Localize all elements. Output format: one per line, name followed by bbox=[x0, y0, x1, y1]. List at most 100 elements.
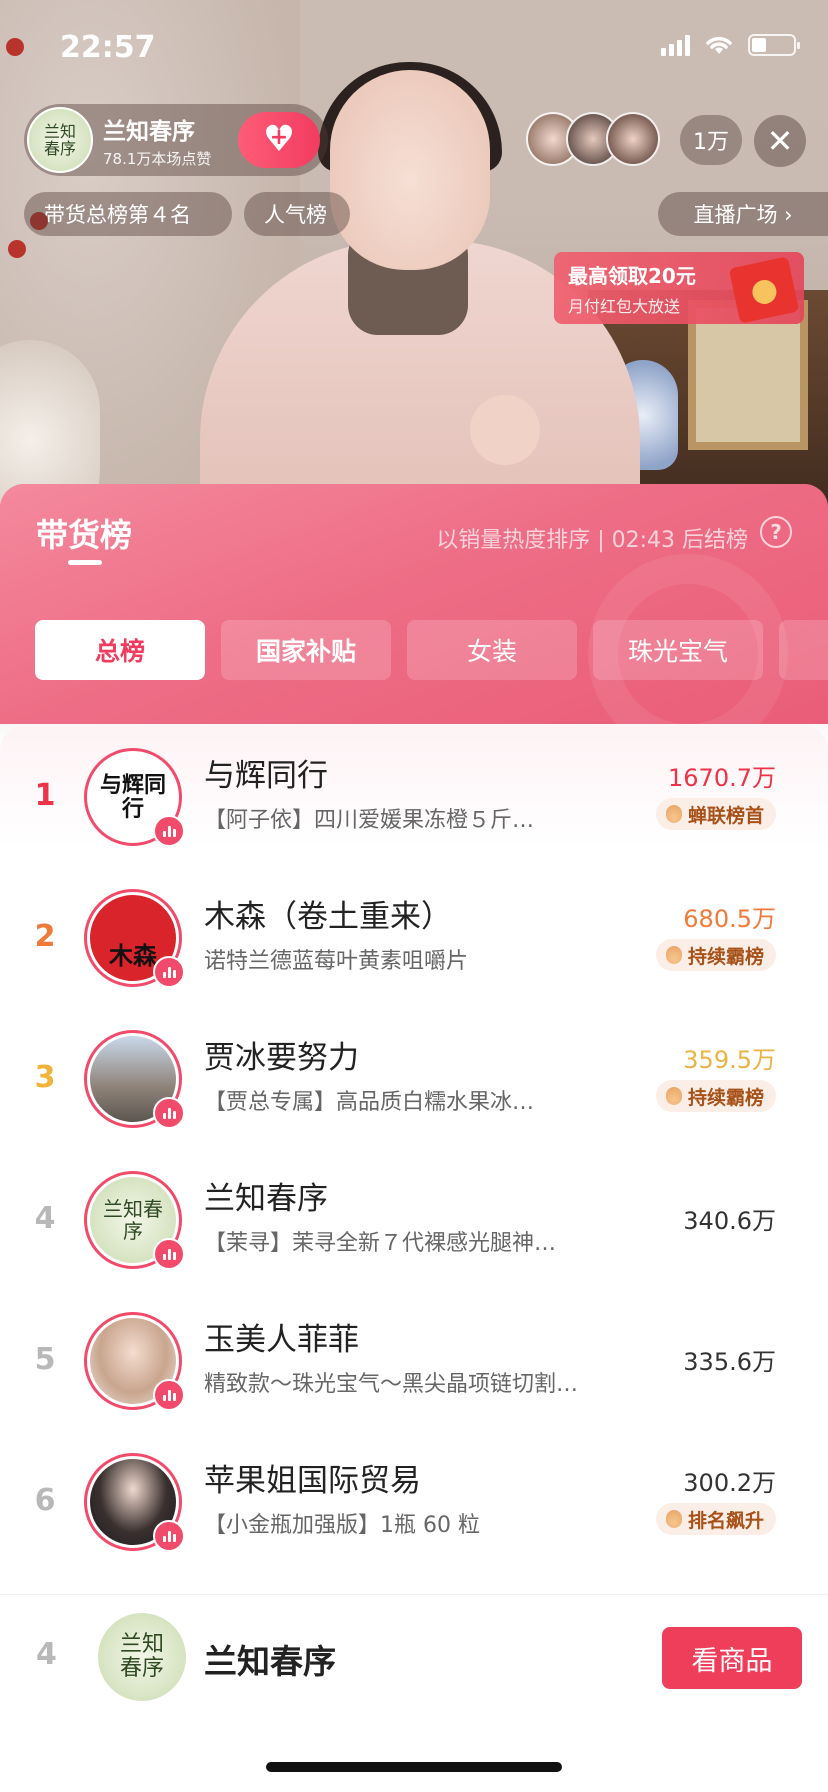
seller-avatar[interactable]: 兰知春序 bbox=[84, 1171, 185, 1270]
list-item[interactable]: 6 苹果姐国际贸易 【小金瓶加强版】1瓶 60 粒 300.2万 排名飙升 bbox=[0, 1433, 828, 1574]
badge-label: 排名飙升 bbox=[687, 1509, 764, 1532]
heart-plus-icon: ♥ + bbox=[262, 119, 296, 160]
host-info: 兰知春序 78.1万本场点赞 bbox=[103, 112, 211, 169]
live-bars-icon bbox=[153, 1238, 185, 1270]
seller-avatar[interactable] bbox=[84, 1312, 185, 1411]
rank-number: 3 bbox=[34, 1060, 56, 1095]
list-item[interactable]: 3 贾冰要努力 【贾总专属】高品质白糯水果冰… 359.5万 持续霸榜 bbox=[0, 1010, 828, 1151]
sheet-title: 带货榜 bbox=[36, 516, 133, 554]
host-figure-hand bbox=[470, 395, 540, 465]
seller-avatar[interactable] bbox=[84, 1030, 185, 1129]
status-badge: 排名飙升 bbox=[655, 1503, 776, 1535]
host-name: 兰知春序 bbox=[103, 118, 195, 145]
viewer-avatar[interactable] bbox=[606, 112, 660, 166]
red-packet-banner[interactable]: 最高领取20元 月付红包大放送 bbox=[554, 252, 804, 324]
product-title: 【贾总专属】高品质白糯水果冰… bbox=[204, 1090, 535, 1115]
my-name: 兰知春序 bbox=[204, 1642, 336, 1681]
status-badge: 持续霸榜 bbox=[655, 939, 776, 971]
list-item[interactable]: 2 木森 木森（卷土重来） 诺特兰德蓝莓叶黄素咀嚼片 680.5万 持续霸榜 bbox=[0, 869, 828, 1010]
live-bars-icon bbox=[153, 956, 185, 988]
host-avatar[interactable]: 兰知 春序 bbox=[27, 107, 93, 173]
sales-value: 335.6万 bbox=[683, 1348, 776, 1376]
tab-womens-wear[interactable]: 女装 bbox=[407, 620, 577, 680]
wifi-icon bbox=[706, 36, 732, 54]
flame-icon bbox=[665, 805, 682, 823]
product-title: 【小金瓶加强版】1瓶 60 粒 bbox=[204, 1513, 480, 1538]
live-bars-icon bbox=[153, 1097, 185, 1129]
decor-berry bbox=[8, 240, 26, 258]
seller-avatar[interactable] bbox=[84, 1453, 185, 1552]
product-title: 诺特兰德蓝莓叶黄素咀嚼片 bbox=[204, 949, 469, 974]
product-title: 精致款～珠光宝气～黑尖晶项链切割… bbox=[204, 1372, 579, 1397]
seller-avatar[interactable]: 木森 bbox=[84, 889, 185, 988]
live-plaza-link[interactable]: 直播广场 › bbox=[658, 192, 828, 236]
help-icon[interactable]: ? bbox=[760, 516, 792, 548]
my-rank-number: 4 bbox=[36, 1637, 57, 1672]
status-bar: 22:57 bbox=[0, 0, 828, 98]
avatar-logo-text: 木森 bbox=[109, 941, 157, 970]
my-rank-row: 4 兰知 春序 兰知春序 看商品 bbox=[0, 1594, 828, 1724]
sort-note: 以销量热度排序 | 02:43 后结榜 bbox=[436, 528, 748, 553]
list-item[interactable]: 5 玉美人菲菲 精致款～珠光宝气～黑尖晶项链切割… 335.6万 bbox=[0, 1292, 828, 1433]
seller-name: 苹果姐国际贸易 bbox=[204, 1463, 421, 1499]
rank-number: 5 bbox=[34, 1342, 56, 1377]
list-item[interactable]: 1 与辉同行 与辉同行 【阿子依】四川爱媛果冻橙５斤… 1670.7万 蝉联榜首 bbox=[0, 728, 828, 869]
status-badge: 持续霸榜 bbox=[655, 1080, 776, 1112]
close-icon[interactable]: ✕ bbox=[754, 115, 806, 167]
product-title: 【茉寻】茉寻全新７代裸感光腿神… bbox=[204, 1231, 557, 1256]
viewer-count[interactable]: 1万 bbox=[680, 115, 742, 165]
status-icons bbox=[661, 34, 800, 56]
my-avatar-logo-line2: 春序 bbox=[119, 1656, 164, 1681]
view-goods-button[interactable]: 看商品 bbox=[662, 1627, 802, 1689]
sales-rank-tag[interactable]: 带货总榜第４名 bbox=[24, 192, 232, 236]
flame-icon bbox=[665, 1087, 682, 1105]
host-avatar-logo-line1: 兰知 bbox=[43, 122, 76, 141]
product-title: 【阿子依】四川爱媛果冻橙５斤… bbox=[204, 808, 535, 833]
avatar-logo-text: 兰知春序 bbox=[103, 1197, 163, 1243]
rank-number: 6 bbox=[34, 1483, 56, 1518]
seller-avatar[interactable]: 与辉同行 bbox=[84, 748, 185, 847]
tab-overall[interactable]: 总榜 bbox=[35, 620, 205, 680]
tab-more[interactable] bbox=[779, 620, 828, 680]
seller-name: 与辉同行 bbox=[204, 758, 328, 794]
seller-name: 木森（卷土重来） bbox=[204, 899, 452, 935]
seller-name: 兰知春序 bbox=[204, 1181, 328, 1217]
list-item[interactable]: 4 兰知春序 兰知春序 【茉寻】茉寻全新７代裸感光腿神… 340.6万 bbox=[0, 1151, 828, 1292]
badge-label: 持续霸榜 bbox=[687, 945, 764, 968]
rank-number: 2 bbox=[34, 919, 56, 954]
flame-icon bbox=[665, 1510, 682, 1528]
sales-value: 680.5万 bbox=[683, 905, 776, 933]
seller-name: 贾冰要努力 bbox=[204, 1040, 359, 1076]
popularity-rank-tag[interactable]: 人气榜 bbox=[244, 192, 350, 236]
battery-icon bbox=[748, 34, 800, 56]
avatar-calligraphy: 与辉同行 bbox=[99, 772, 166, 822]
sales-value: 1670.7万 bbox=[668, 764, 776, 792]
live-bars-icon bbox=[153, 815, 185, 847]
sales-value: 300.2万 bbox=[683, 1469, 776, 1497]
badge-label: 蝉联榜首 bbox=[687, 804, 764, 827]
host-figure-head bbox=[330, 70, 490, 270]
flame-icon bbox=[665, 946, 682, 964]
my-avatar[interactable]: 兰知 春序 bbox=[98, 1613, 186, 1701]
tab-jewelry[interactable]: 珠光宝气 bbox=[593, 620, 763, 680]
home-indicator[interactable] bbox=[266, 1762, 562, 1772]
badge-label: 持续霸榜 bbox=[687, 1086, 764, 1109]
ranking-list: 1 与辉同行 与辉同行 【阿子依】四川爱媛果冻橙５斤… 1670.7万 蝉联榜首… bbox=[0, 726, 828, 1792]
host-avatar-logo-line2: 春序 bbox=[43, 139, 76, 158]
status-badge: 蝉联榜首 bbox=[655, 798, 776, 830]
status-time: 22:57 bbox=[60, 30, 156, 65]
sales-value: 340.6万 bbox=[683, 1207, 776, 1235]
rank-number: 1 bbox=[34, 778, 56, 813]
seller-name: 玉美人菲菲 bbox=[204, 1322, 359, 1358]
live-bars-icon bbox=[153, 1520, 185, 1552]
tab-national-subsidy[interactable]: 国家补贴 bbox=[221, 620, 391, 680]
host-info-pill[interactable]: 兰知 春序 兰知春序 78.1万本场点赞 ♥ + bbox=[24, 104, 328, 176]
top-viewers[interactable] bbox=[526, 112, 660, 166]
category-tabs: 总榜 国家补贴 女装 珠光宝气 bbox=[35, 620, 828, 680]
host-likes: 78.1万本场点赞 bbox=[103, 149, 212, 168]
title-underline bbox=[68, 560, 102, 565]
rank-number: 4 bbox=[34, 1201, 56, 1236]
signal-icon bbox=[661, 34, 690, 56]
follow-button[interactable]: ♥ + bbox=[238, 112, 320, 168]
my-avatar-logo-line1: 兰知 bbox=[119, 1632, 164, 1657]
